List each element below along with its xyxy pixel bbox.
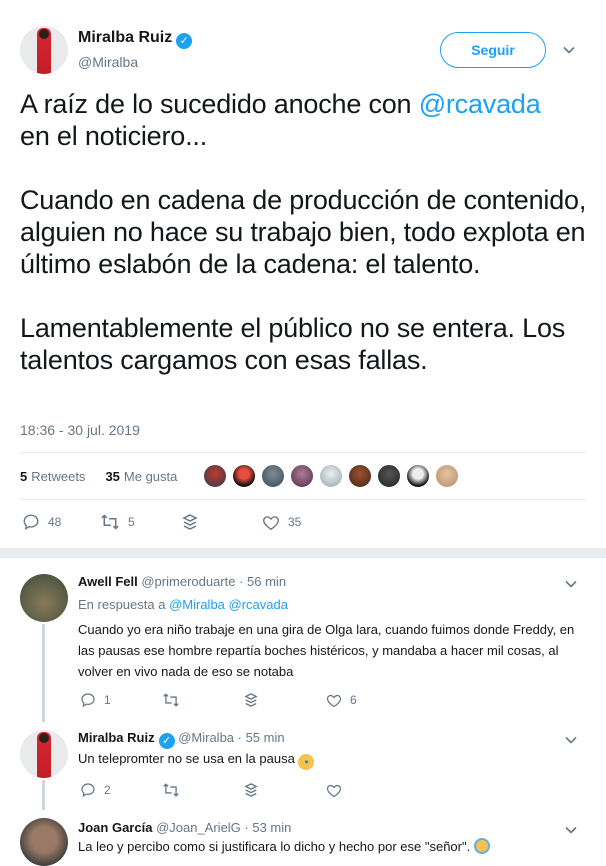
liker-avatar[interactable] (261, 464, 286, 488)
stack-icon (244, 783, 258, 797)
like-count: 35 (288, 515, 302, 529)
liker-avatar[interactable] (232, 464, 257, 488)
retweets-stat[interactable]: 5 Retweets (20, 469, 85, 484)
liker-avatar[interactable] (435, 464, 460, 488)
liker-avatar[interactable] (319, 464, 344, 488)
retweets-count: 5 (20, 468, 28, 484)
thread-line (42, 624, 45, 722)
heart-icon (326, 694, 342, 707)
stack-icon (182, 514, 198, 530)
verified-icon: ✓ (158, 733, 175, 749)
reply-header[interactable]: Joan García @Joan_ArielG · 53 min (78, 820, 291, 835)
main-tweet: Miralba Ruiz ✓ @Miralba Seguir A raíz de … (0, 0, 606, 548)
tweet-line1: A raíz de lo sucedido anoche con (20, 89, 419, 119)
retweet-icon (163, 783, 179, 797)
in-reply-label: En respuesta a (78, 597, 166, 612)
reply-header[interactable]: Miralba Ruiz ✓ @Miralba · 55 min (78, 730, 285, 749)
reply-text-content: Un telepromter no se usa en la pausa (78, 751, 295, 766)
chevron-down-icon[interactable] (565, 824, 577, 836)
reply-header[interactable]: Awell Fell @primeroduarte · 56 min (78, 574, 286, 589)
thread-line (42, 780, 45, 810)
reply-avatar[interactable] (20, 818, 68, 866)
like-button[interactable] (326, 783, 342, 798)
likes-label: Me gusta (123, 468, 178, 484)
stack-icon (244, 693, 258, 707)
heart-icon (263, 515, 279, 530)
follow-button[interactable]: Seguir (440, 32, 546, 68)
reply-button[interactable]: 1 (80, 692, 162, 708)
reply-author-name: Awell Fell (78, 574, 138, 589)
retweet-button[interactable] (162, 782, 244, 798)
reply-count: 1 (104, 693, 111, 707)
reply-count: 48 (48, 515, 62, 529)
heart-icon (326, 784, 342, 797)
liker-avatar[interactable] (290, 464, 315, 488)
reply-button[interactable]: 2 (80, 782, 162, 798)
praying-face-icon (473, 838, 490, 854)
mention-link[interactable]: @rcavada (419, 89, 541, 119)
author-name-text: Miralba Ruiz (78, 29, 173, 46)
reply-button[interactable]: 48 (22, 513, 100, 531)
crying-face-icon: • (298, 754, 315, 770)
reply-avatar[interactable] (20, 574, 68, 622)
retweet-button[interactable]: 5 (100, 513, 182, 531)
reply-avatar[interactable] (20, 730, 68, 778)
reply-text-content: La leo y percibo como si justificara lo … (78, 839, 471, 854)
liker-avatar[interactable] (406, 464, 431, 488)
retweet-icon (163, 693, 179, 707)
like-button[interactable]: 6 (326, 693, 357, 708)
liker-avatars (203, 464, 464, 488)
chevron-down-icon[interactable] (565, 578, 577, 590)
likes-stat[interactable]: 35 Me gusta (105, 469, 177, 484)
reply-icon (23, 514, 39, 531)
retweets-label: Retweets (31, 468, 86, 484)
reply-icon (81, 783, 95, 798)
author-handle[interactable]: @Miralba (78, 54, 138, 70)
author-name[interactable]: Miralba Ruiz ✓ (78, 29, 193, 49)
reply-count: 2 (104, 783, 111, 797)
likes-count: 35 (105, 468, 120, 484)
in-reply-mentions[interactable]: @Miralba @rcavada (169, 597, 288, 612)
tweet-paragraph-2: Cuando en cadena de producción de conten… (20, 185, 587, 279)
retweet-button[interactable] (162, 692, 244, 708)
reply-item[interactable]: Joan García @Joan_ArielG · 53 min La leo… (0, 812, 606, 866)
reply-actions: 1 6 (80, 692, 357, 708)
chevron-down-icon[interactable] (563, 44, 575, 56)
stack-button[interactable] (244, 692, 326, 708)
reply-icon (81, 693, 95, 708)
reply-item[interactable]: Miralba Ruiz ✓ @Miralba · 55 min Un telep… (0, 722, 606, 812)
tweet-paragraph-3: Lamentablemente el público no se entera.… (20, 313, 566, 375)
reply-meta: @Miralba · 55 min (178, 730, 285, 745)
reply-author-name: Joan García (78, 820, 153, 835)
liker-avatar[interactable] (377, 464, 402, 488)
reply-text: La leo y percibo como si justificara lo … (78, 836, 578, 857)
like-button[interactable]: 35 (262, 514, 301, 531)
tweet-timestamp[interactable]: 18:36 - 30 jul. 2019 (20, 422, 140, 438)
tweet-line2: en el noticiero... (20, 121, 208, 151)
like-count: 6 (350, 693, 357, 707)
reply-actions: 2 (80, 782, 342, 798)
in-reply-to: En respuesta a @Miralba @rcavada (78, 597, 288, 612)
reply-item[interactable]: Awell Fell @primeroduarte · 56 min En re… (0, 566, 606, 718)
chevron-down-icon[interactable] (565, 734, 577, 746)
retweet-count: 5 (128, 515, 135, 529)
liker-avatar[interactable] (348, 464, 373, 488)
reply-author-name: Miralba Ruiz (78, 730, 155, 745)
reply-text: Un telepromter no se usa en la pausa • (78, 748, 578, 770)
stack-button[interactable] (182, 513, 262, 531)
retweet-icon (101, 514, 119, 530)
liker-avatar[interactable] (203, 464, 228, 488)
stack-button[interactable] (244, 782, 326, 798)
tweet-actions: 48 5 35 (22, 513, 301, 531)
reply-meta: @primeroduarte · 56 min (141, 574, 287, 589)
section-divider (0, 548, 606, 558)
stats-bar: 5 Retweets 35 Me gusta (20, 452, 586, 500)
tweet-text: A raíz de lo sucedido anoche con @rcavad… (20, 88, 590, 408)
author-avatar[interactable] (20, 26, 68, 74)
reply-text: Cuando yo era niño trabaje en una gira d… (78, 622, 575, 679)
reply-meta: @Joan_ArielG · 53 min (156, 820, 292, 835)
verified-icon: ✓ (176, 33, 193, 49)
